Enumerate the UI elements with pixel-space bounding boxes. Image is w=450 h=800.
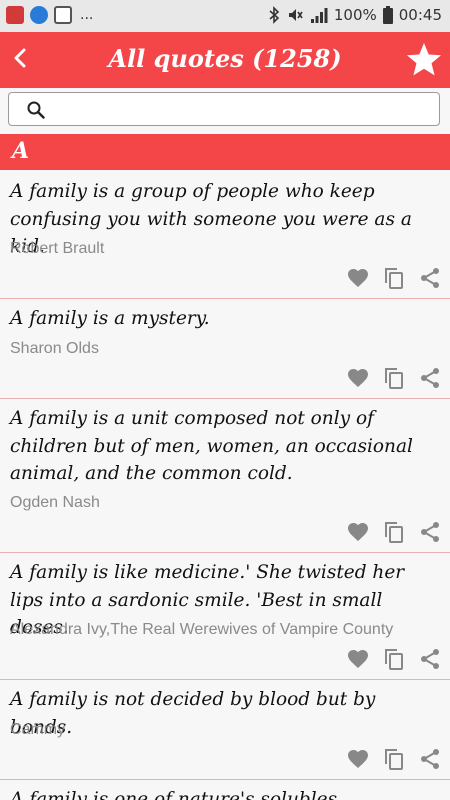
share-icon[interactable] [418,266,442,290]
quote-author: Ogden Nash [10,494,100,511]
star-icon[interactable] [404,40,444,80]
cloud-notification-icon [30,6,48,24]
quote-author: Alexandra Ivy,The Real Werewives of Vamp… [10,621,394,638]
share-icon[interactable] [418,520,442,544]
copy-icon[interactable] [382,520,406,544]
heart-icon[interactable] [346,366,370,390]
quote-author: Cammy [10,721,66,738]
heart-icon[interactable] [346,747,370,771]
quote-author: Sharon Olds [10,340,99,357]
app-bar: All quotes (1258) [0,32,450,88]
search-icon [27,101,45,119]
quote-author: Robert Brault [10,240,105,257]
heart-icon[interactable] [346,266,370,290]
copy-icon[interactable] [382,266,406,290]
section-letter: A [12,138,30,164]
clock: 00:45 [398,6,442,24]
search-input[interactable] [57,93,431,127]
copy-icon[interactable] [382,747,406,771]
section-header: A [0,134,450,170]
copy-icon[interactable] [382,647,406,671]
search-box[interactable] [8,92,440,127]
more-notifications: ... [80,7,94,23]
status-bar: ... 100% 00:45 [0,0,450,32]
quote-item: A family is one of nature's solubles [0,780,450,800]
search-bar [0,88,450,132]
share-icon[interactable] [418,647,442,671]
quote-item: A family is like medicine.' She twisted … [0,553,450,680]
quote-text[interactable]: A family is not decided by blood but by … [10,686,440,741]
battery-icon [382,6,393,24]
quote-text[interactable]: A family is a unit composed not only of … [10,405,440,488]
quote-item: A family is a mystery. Sharon Olds [0,299,450,399]
quote-item: A family is a unit composed not only of … [0,399,450,553]
share-icon[interactable] [418,366,442,390]
quote-item: A family is a group of people who keep c… [0,172,450,299]
share-icon[interactable] [418,747,442,771]
flipboard-notification-icon [54,6,72,24]
copy-icon[interactable] [382,366,406,390]
page-title: All quotes (1258) [108,44,342,73]
heart-icon[interactable] [346,520,370,544]
battery-percent: 100% [333,6,377,24]
app-notification-icon [6,6,24,24]
signal-icon [310,8,328,23]
heart-icon[interactable] [346,647,370,671]
bluetooth-icon [269,6,280,24]
mute-icon [288,9,303,21]
quote-text[interactable]: A family is one of nature's solubles [10,786,440,800]
quote-item: A family is not decided by blood but by … [0,680,450,780]
quote-text[interactable]: A family is a mystery. [10,305,440,333]
